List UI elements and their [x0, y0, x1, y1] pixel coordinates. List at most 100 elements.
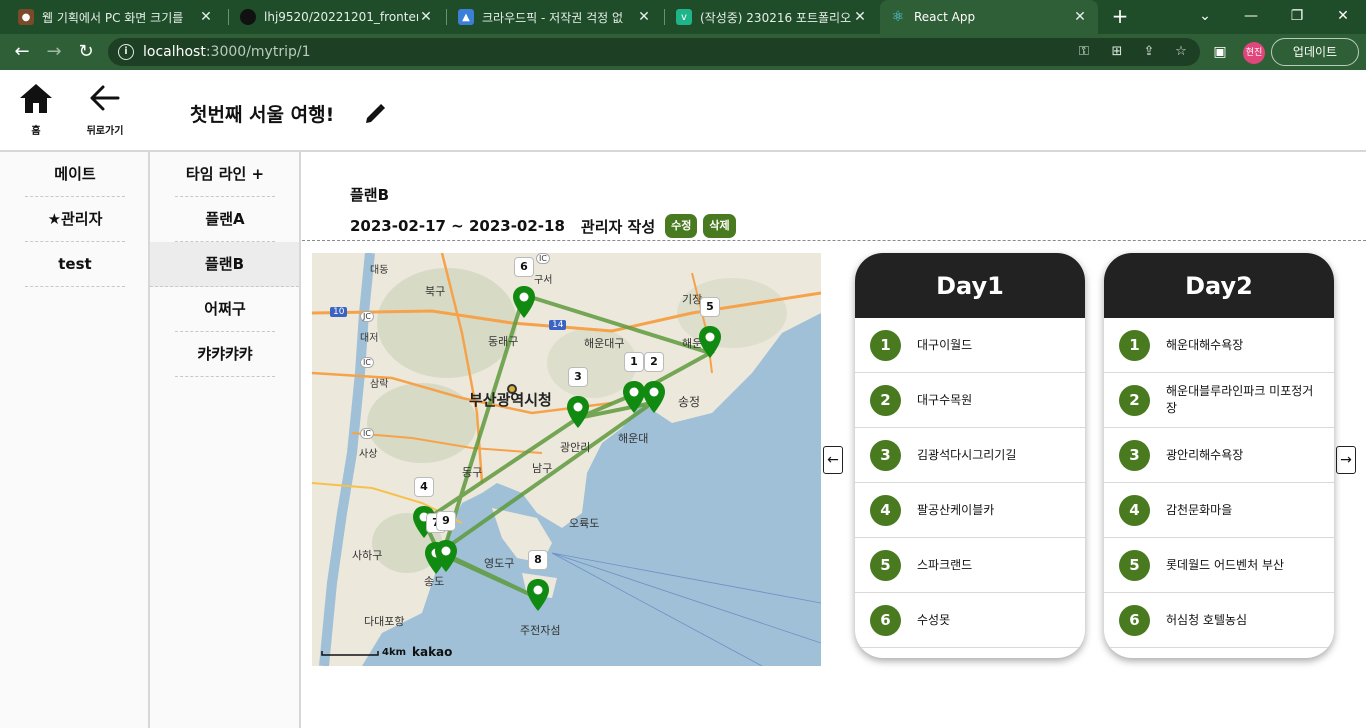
- tab-close-icon[interactable]: ✕: [852, 9, 868, 25]
- highway-shield: 10: [330, 307, 348, 317]
- day-place-item[interactable]: 1 해운대해수욕장: [1104, 318, 1334, 373]
- place-order-badge: 5: [870, 549, 901, 581]
- day-place-item[interactable]: 6 허심청 호텔농심: [1104, 593, 1334, 648]
- day-place-item[interactable]: 5 롯데월드 어드벤처 부산: [1104, 538, 1334, 593]
- forward-arrow-icon[interactable]: →: [42, 40, 66, 64]
- tab-favicon-icon: ●: [18, 9, 34, 25]
- plan-item[interactable]: 플랜A: [175, 197, 275, 242]
- place-order-badge: 3: [870, 439, 901, 471]
- delete-plan-button[interactable]: 삭제: [703, 214, 736, 238]
- share-icon[interactable]: ⇪: [1140, 43, 1158, 61]
- home-button[interactable]: 홈: [16, 80, 56, 137]
- side-panel-icon[interactable]: ▣: [1210, 42, 1230, 62]
- place-name: 스파크랜드: [917, 557, 973, 572]
- new-tab-icon[interactable]: +: [1108, 5, 1132, 29]
- edit-plan-button[interactable]: 수정: [665, 214, 698, 238]
- day-place-item[interactable]: 3 광안리해수욕장: [1104, 428, 1334, 483]
- day-place-item[interactable]: 1 대구이월드: [855, 318, 1085, 373]
- place-name: 수성못: [917, 612, 951, 627]
- place-name: 대구이월드: [917, 337, 973, 352]
- place-name: 대구수목원: [917, 392, 973, 407]
- map-pin-icon: [513, 286, 535, 318]
- close-window-icon[interactable]: ✕: [1320, 0, 1366, 34]
- mate-item[interactable]: test: [25, 242, 125, 287]
- map-label: 해운대: [618, 432, 649, 445]
- map-label: 주전자섬: [520, 624, 561, 637]
- place-order-badge: 6: [1119, 604, 1150, 636]
- plan-name: 플랜B: [350, 186, 390, 204]
- place-order-badge: 1: [1119, 329, 1150, 361]
- prev-day-button[interactable]: ←: [823, 446, 843, 474]
- tab-close-icon[interactable]: ✕: [636, 9, 652, 25]
- day-place-item[interactable]: 6 수성못: [855, 593, 1085, 648]
- plan-item-active[interactable]: 플랜B: [150, 242, 299, 287]
- minimize-icon[interactable]: —: [1228, 0, 1274, 34]
- map-label: 대저: [360, 333, 379, 344]
- day-place-item[interactable]: 4 팔공산케이블카: [855, 483, 1085, 538]
- place-name: 광안리해수욕장: [1166, 447, 1244, 462]
- mate-item[interactable]: ★관리자: [25, 197, 125, 242]
- mate-header: 메이트: [25, 152, 125, 197]
- marker-number-label: 2: [644, 352, 664, 372]
- profile-avatar[interactable]: 현진: [1243, 42, 1265, 64]
- github-icon: [240, 9, 256, 25]
- update-button[interactable]: 업데이트: [1271, 38, 1359, 66]
- bookmark-star-icon[interactable]: ☆: [1172, 43, 1190, 61]
- browser-tab[interactable]: ● 웹 기획에서 PC 화면 크기를 ✕: [8, 0, 224, 34]
- mate-sidebar: 메이트 ★관리자 test: [0, 152, 150, 728]
- back-button[interactable]: 뒤로가기: [82, 80, 128, 137]
- day-place-item[interactable]: 3 김광석다시그리기길: [855, 428, 1085, 483]
- map-marker[interactable]: 2: [642, 352, 666, 416]
- tab-close-icon[interactable]: ✕: [418, 9, 434, 25]
- map-marker[interactable]: 3: [566, 367, 590, 431]
- back-arrow-icon[interactable]: ←: [10, 40, 34, 64]
- day-place-item[interactable]: 2 대구수목원: [855, 373, 1085, 428]
- tab-search-icon[interactable]: ⌄: [1182, 0, 1228, 34]
- day-title: Day2: [1104, 253, 1334, 318]
- site-info-icon[interactable]: i: [118, 44, 134, 60]
- route-map[interactable]: 대동 북구 구서 기장 대저 동래구 해운대구 해운대 삼락 송정 사상 광안리…: [312, 253, 821, 666]
- timeline-add-button[interactable]: 타임 라인 +: [175, 152, 275, 197]
- translate-icon[interactable]: ⊞: [1108, 43, 1126, 61]
- map-scale-label: 4km: [382, 647, 407, 658]
- map-pin-icon: [699, 326, 721, 358]
- interchange-badge: IC: [536, 253, 550, 264]
- tab-close-icon[interactable]: ✕: [1072, 9, 1088, 25]
- day-place-item[interactable]: 5 스파크랜드: [855, 538, 1085, 593]
- map-pin-icon: [435, 540, 457, 572]
- pencil-edit-icon[interactable]: [364, 103, 386, 125]
- map-marker[interactable]: 8: [526, 550, 550, 614]
- plan-sidebar: 타임 라인 + 플랜A 플랜B 어쩌구 캬캬캬캬: [150, 152, 301, 728]
- restore-icon[interactable]: ❐: [1274, 0, 1320, 34]
- next-day-button[interactable]: →: [1336, 446, 1356, 474]
- map-canvas: [312, 253, 821, 666]
- day-place-item[interactable]: 2 해운대블루라인파크 미포정거장: [1104, 373, 1334, 428]
- interchange-badge: JC: [360, 311, 374, 322]
- browser-tab-active[interactable]: ⚛ React App ✕: [880, 0, 1098, 34]
- reload-icon[interactable]: ↻: [74, 40, 98, 64]
- tab-close-icon[interactable]: ✕: [198, 9, 214, 25]
- marker-number-label: 6: [514, 257, 534, 277]
- place-order-badge: 4: [870, 494, 901, 526]
- map-marker[interactable]: 5: [698, 297, 722, 361]
- browser-tab[interactable]: ▲ 크라우드픽 - 저작권 걱정 없 ✕: [448, 0, 662, 34]
- plan-item[interactable]: 어쩌구: [175, 287, 275, 332]
- place-name: 허심청 호텔농심: [1166, 612, 1248, 627]
- place-name: 해운대블루라인파크 미포정거장: [1166, 384, 1314, 415]
- map-marker[interactable]: 9: [434, 511, 458, 575]
- interchange-badge: IC: [360, 357, 374, 368]
- key-icon[interactable]: ⚿: [1075, 43, 1093, 61]
- map-label: 삼락: [370, 379, 389, 390]
- divider: [302, 240, 1366, 241]
- map-label: 사상: [359, 449, 378, 460]
- map-label: 대동: [370, 265, 389, 276]
- day-place-item[interactable]: 4 감천문화마을: [1104, 483, 1334, 538]
- address-bar[interactable]: i localhost:3000/mytrip/1 ⚿ ⊞ ⇪ ☆: [108, 38, 1200, 66]
- plan-item[interactable]: 캬캬캬캬: [175, 332, 275, 377]
- plan-dates: 2023-02-17 ~ 2023-02-18: [350, 217, 565, 235]
- marker-number-label: 8: [528, 550, 548, 570]
- browser-tab[interactable]: v (작성중) 230216 포트폴리오 ✕: [666, 0, 878, 34]
- map-marker[interactable]: 6: [512, 257, 536, 321]
- browser-tab[interactable]: lhj9520/20221201_frontendp ✕: [230, 0, 444, 34]
- arrow-left-icon: ←: [827, 452, 839, 468]
